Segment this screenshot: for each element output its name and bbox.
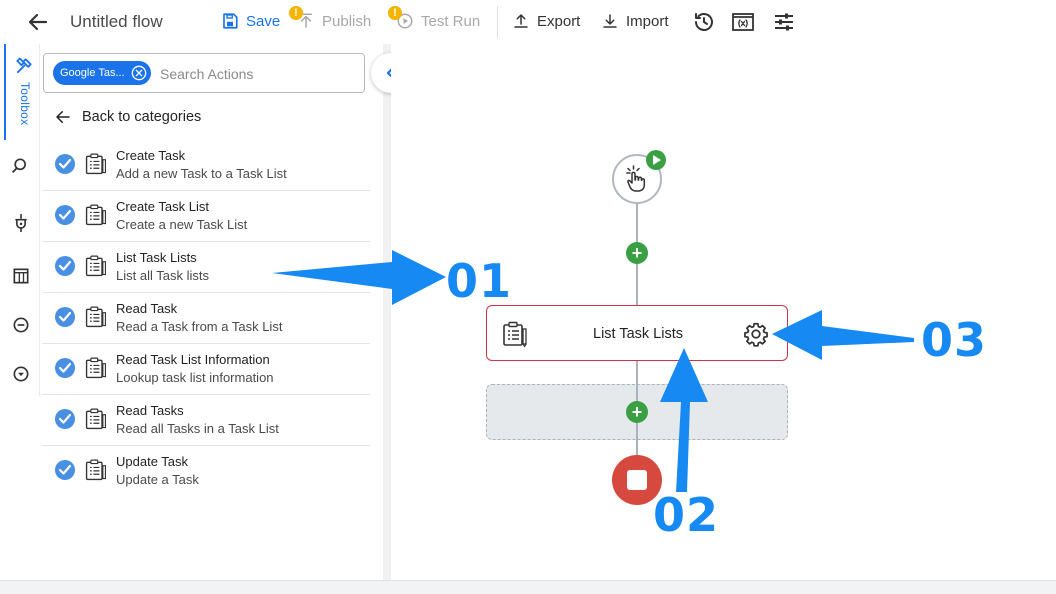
- annotation-label-01: 01: [446, 254, 513, 308]
- toolbox-label: Toolbox: [18, 82, 32, 126]
- test-run-button[interactable]: Test Run: [396, 12, 480, 30]
- document-list-icon: [85, 153, 106, 175]
- stop-icon: [627, 470, 647, 490]
- category-filter-chip[interactable]: Google Tas...: [53, 61, 151, 85]
- action-title: Create Task List: [116, 199, 209, 214]
- action-description: Read all Tasks in a Task List: [116, 421, 279, 436]
- export-button[interactable]: Export: [512, 12, 580, 30]
- back-arrow-icon: [56, 111, 70, 123]
- save-label: Save: [246, 12, 281, 30]
- search-icon[interactable]: [11, 156, 31, 176]
- add-step-button[interactable]: +: [626, 242, 648, 264]
- checkmark-icon: [55, 409, 75, 429]
- save-button[interactable]: Save: [221, 12, 280, 30]
- search-actions-input[interactable]: [160, 63, 360, 85]
- filter-chip-label: Google Tas...: [60, 67, 125, 79]
- export-icon: [514, 14, 528, 28]
- minus-circle-icon[interactable]: [11, 315, 31, 335]
- import-label: Import: [626, 12, 669, 30]
- document-list-icon: [85, 255, 106, 277]
- action-title: List Task Lists: [116, 250, 197, 265]
- import-icon: [603, 14, 617, 28]
- chevron-down-circle-icon[interactable]: [11, 364, 31, 384]
- list-item[interactable]: Read Tasks Read all Tasks in a Task List: [42, 395, 370, 446]
- top-bar: Untitled flow Save Publish ! Test Run ! …: [0, 0, 1056, 44]
- import-button[interactable]: Import: [601, 12, 669, 30]
- back-arrow-icon[interactable]: [26, 10, 50, 34]
- list-item[interactable]: Create Task Add a new Task to a Task List: [42, 140, 370, 191]
- list-item[interactable]: List Task Lists List all Task lists: [42, 242, 370, 293]
- action-title: Read Task: [116, 301, 178, 316]
- toolbox-panel: Google Tas... Back to categories Create …: [40, 44, 383, 580]
- document-list-icon: [85, 357, 106, 379]
- close-icon[interactable]: [131, 65, 147, 81]
- step-node-list-task-lists[interactable]: List Task Lists: [486, 305, 788, 361]
- test-run-warning-icon: !: [388, 6, 402, 20]
- document-list-icon: [85, 459, 106, 481]
- document-list-icon: [85, 204, 106, 226]
- action-description: Lookup task list information: [116, 370, 274, 385]
- settings-sliders-icon[interactable]: [772, 10, 796, 34]
- toolbox-icon: [16, 57, 32, 74]
- list-item[interactable]: Read Task List Information Lookup task li…: [42, 344, 370, 395]
- publish-label: Publish: [322, 12, 372, 30]
- test-run-label: Test Run: [421, 12, 481, 30]
- back-to-categories-link[interactable]: Back to categories: [54, 108, 201, 126]
- action-title: Read Tasks: [116, 403, 184, 418]
- history-icon[interactable]: [692, 10, 716, 34]
- action-description: Read a Task from a Task List: [116, 319, 283, 334]
- rail-tab-toolbox[interactable]: Toolbox: [4, 44, 40, 140]
- action-title: Read Task List Information: [116, 352, 270, 367]
- flow-title[interactable]: Untitled flow: [70, 12, 163, 32]
- checkmark-icon: [55, 154, 75, 174]
- plug-icon[interactable]: [11, 213, 31, 233]
- search-box[interactable]: Google Tas...: [43, 53, 365, 93]
- document-list-icon: [85, 408, 106, 430]
- export-label: Export: [537, 12, 581, 30]
- action-description: List all Task lists: [116, 268, 209, 283]
- annotation-label-02: 02: [653, 488, 720, 542]
- gear-icon[interactable]: [743, 321, 769, 347]
- action-title: Create Task: [116, 148, 186, 163]
- table-icon[interactable]: [11, 266, 31, 286]
- hand-pointer-icon: [626, 165, 646, 192]
- checkmark-icon: [55, 307, 75, 327]
- run-trigger-button[interactable]: [646, 150, 666, 170]
- checkmark-icon: [55, 460, 75, 480]
- action-description: Create a new Task List: [116, 217, 248, 232]
- checkmark-icon: [55, 205, 75, 225]
- bottom-strip: [0, 580, 1056, 594]
- list-item[interactable]: Create Task List Create a new Task List: [42, 191, 370, 242]
- action-description: Add a new Task to a Task List: [116, 166, 287, 181]
- annotation-label-03: 03: [921, 313, 988, 367]
- list-item[interactable]: Update Task Update a Task: [42, 446, 370, 497]
- checkmark-icon: [55, 358, 75, 378]
- back-to-categories-label: Back to categories: [82, 109, 202, 125]
- add-step-button[interactable]: +: [626, 401, 648, 423]
- document-list-icon: [85, 306, 106, 328]
- toolbar-divider: [497, 6, 498, 38]
- list-item[interactable]: Read Task Read a Task from a Task List: [42, 293, 370, 344]
- save-icon: [223, 13, 238, 29]
- variables-icon[interactable]: [731, 10, 755, 34]
- panel-splitter[interactable]: [383, 44, 391, 580]
- action-title: Update Task: [116, 454, 189, 469]
- publish-warning-icon: !: [289, 6, 303, 20]
- action-list: Create Task Add a new Task to a Task List…: [42, 140, 370, 497]
- left-rail: Toolbox: [0, 44, 40, 396]
- checkmark-icon: [55, 256, 75, 276]
- publish-button[interactable]: Publish: [297, 12, 371, 30]
- action-description: Update a Task: [116, 472, 199, 487]
- play-icon: [653, 155, 661, 165]
